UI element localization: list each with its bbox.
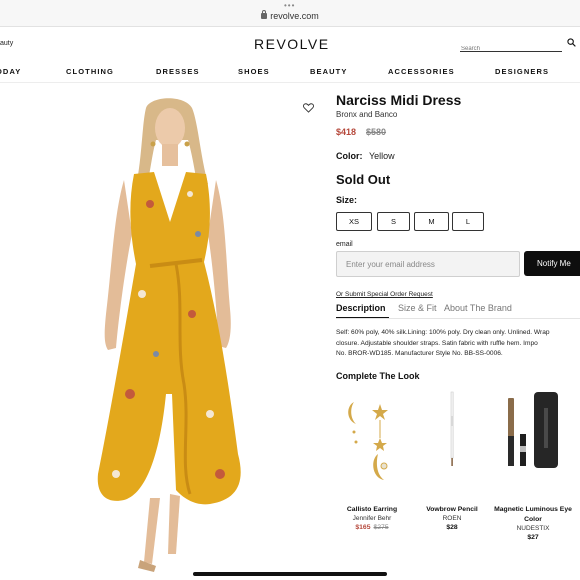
tab-divider: [336, 318, 580, 319]
look-item-original-price: $275: [373, 524, 389, 531]
tab-description[interactable]: Description: [336, 303, 386, 313]
look-item-name[interactable]: Callisto Earring: [332, 505, 412, 515]
email-label: email: [336, 241, 353, 248]
category-nav: ODAY CLOTHING DRESSES SHOES BEAUTY ACCES…: [0, 63, 580, 83]
site-header: auty REVOLVE: [0, 27, 580, 63]
url-text: revolve.com: [270, 11, 319, 21]
eye-color-image[interactable]: [504, 390, 560, 470]
search-input[interactable]: [460, 43, 550, 52]
tab-about-brand[interactable]: About The Brand: [444, 303, 512, 313]
look-item-price: $27: [527, 534, 539, 541]
more-dots-icon[interactable]: •••: [284, 2, 295, 10]
description-line: Self: 60% poly, 40% silk.Lining: 100% po…: [336, 329, 550, 336]
revolve-logo[interactable]: REVOLVE: [254, 36, 330, 52]
size-button-m[interactable]: M: [414, 212, 449, 231]
size-button-xs[interactable]: XS: [336, 212, 372, 231]
look-item-name[interactable]: Magnetic Luminous Eye Color: [493, 505, 573, 525]
color-label: Color:: [336, 151, 363, 161]
size-label: Size:: [336, 195, 358, 205]
product-description: Self: 60% poly, 40% silk.Lining: 100% po…: [336, 328, 580, 360]
look-item-price: $28: [446, 524, 458, 531]
earring-image[interactable]: [340, 398, 398, 490]
heart-icon[interactable]: [303, 103, 314, 113]
color-value: Yellow: [369, 151, 395, 161]
description-line: closure. Adjustable shoulder straps. Sat…: [336, 339, 538, 347]
special-order-link[interactable]: Or Submit Special Order Request: [336, 291, 433, 298]
lock-icon: [261, 10, 268, 19]
complete-the-look-title: Complete The Look: [336, 371, 420, 381]
nav-item-beauty[interactable]: BEAUTY: [310, 67, 347, 76]
nav-item-dresses[interactable]: DRESSES: [156, 67, 200, 76]
search-icon[interactable]: [567, 38, 576, 47]
original-price: $580: [366, 127, 387, 137]
look-item-sale-price: $165: [355, 524, 371, 531]
search-bar[interactable]: [460, 37, 562, 52]
nav-item-today[interactable]: ODAY: [0, 67, 21, 76]
address-bar[interactable]: revolve.com: [0, 10, 580, 21]
browser-top-bar: ••• revolve.com: [0, 0, 580, 27]
description-line: No. BROR-WD185. Manufacturer Style No. B…: [336, 350, 503, 357]
product-title: Narciss Midi Dress: [336, 92, 462, 108]
nav-item-clothing[interactable]: CLOTHING: [66, 67, 114, 76]
home-indicator[interactable]: [193, 572, 387, 576]
look-item-brand: Jennifer Behr: [352, 515, 392, 522]
product-tabs: Description Size & Fit About The Brand: [336, 303, 580, 317]
look-item-price: $165 $275: [332, 524, 412, 531]
size-button-s[interactable]: S: [377, 212, 410, 231]
brow-pencil-image[interactable]: [446, 390, 458, 470]
nav-item-designers[interactable]: DESIGNERS: [495, 67, 549, 76]
nav-item-accessories[interactable]: ACCESSORIES: [388, 67, 455, 76]
product-brand-link[interactable]: Bronx and Banco: [336, 110, 397, 119]
nav-item-shoes[interactable]: SHOES: [238, 67, 270, 76]
look-item-brand: NUDESTIX: [516, 525, 550, 532]
tab-size-fit[interactable]: Size & Fit: [398, 303, 437, 313]
email-field[interactable]: [336, 251, 520, 277]
look-item-name[interactable]: Vowbrow Pencil: [412, 505, 492, 515]
look-item-brand: ROEN: [442, 515, 462, 522]
size-button-l[interactable]: L: [452, 212, 484, 231]
header-left-link[interactable]: auty: [0, 40, 13, 47]
notify-me-button[interactable]: Notify Me: [524, 251, 580, 276]
active-tab-indicator: [336, 317, 389, 318]
sale-price: $418: [336, 127, 357, 137]
product-image[interactable]: [80, 94, 260, 576]
sold-out-status: Sold Out: [336, 172, 391, 187]
